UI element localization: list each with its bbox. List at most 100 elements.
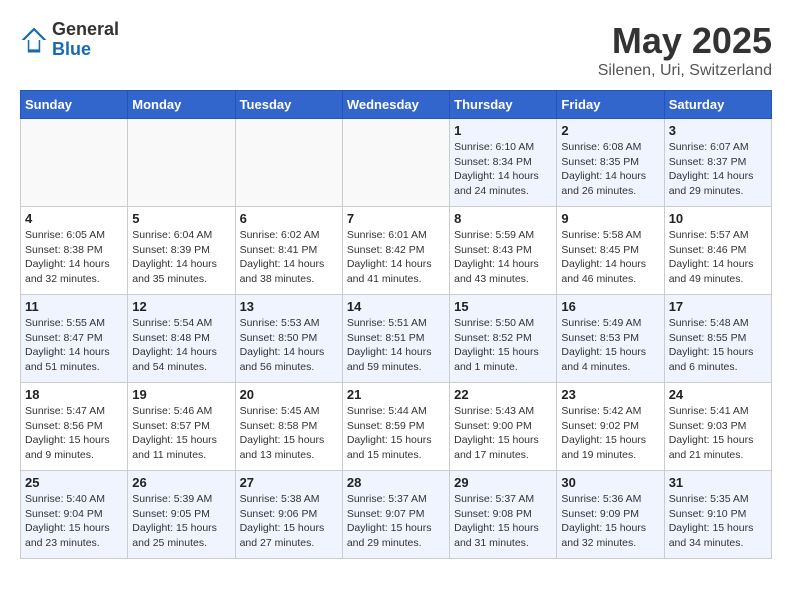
calendar-cell: 8 Sunrise: 5:59 AM Sunset: 8:43 PM Daylig… [450,207,557,295]
logo-general-text: General [52,20,119,40]
day-info: Sunrise: 5:41 AM Sunset: 9:03 PM Dayligh… [669,404,767,463]
day-info: Sunrise: 5:44 AM Sunset: 8:59 PM Dayligh… [347,404,445,463]
weekday-header-wednesday: Wednesday [342,91,449,119]
week-row-4: 18 Sunrise: 5:47 AM Sunset: 8:56 PM Dayli… [21,383,772,471]
calendar-header: SundayMondayTuesdayWednesdayThursdayFrid… [21,91,772,119]
week-row-2: 4 Sunrise: 6:05 AM Sunset: 8:38 PM Daylig… [21,207,772,295]
day-number: 28 [347,475,445,490]
day-info: Sunrise: 5:59 AM Sunset: 8:43 PM Dayligh… [454,228,552,287]
calendar-cell: 14 Sunrise: 5:51 AM Sunset: 8:51 PM Dayli… [342,295,449,383]
week-row-1: 1Sunrise: 6:10 AM Sunset: 8:34 PM Daylig… [21,119,772,207]
calendar-cell: 22Sunrise: 5:43 AM Sunset: 9:00 PM Dayli… [450,383,557,471]
day-number: 27 [240,475,338,490]
calendar-cell: 16Sunrise: 5:49 AM Sunset: 8:53 PM Dayli… [557,295,664,383]
day-info: Sunrise: 5:47 AM Sunset: 8:56 PM Dayligh… [25,404,123,463]
calendar-cell: 26 Sunrise: 5:39 AM Sunset: 9:05 PM Dayli… [128,471,235,559]
calendar-cell: 20 Sunrise: 5:45 AM Sunset: 8:58 PM Dayli… [235,383,342,471]
day-info: Sunrise: 5:51 AM Sunset: 8:51 PM Dayligh… [347,316,445,375]
title-area: May 2025 Silenen, Uri, Switzerland [598,20,772,80]
day-info: Sunrise: 5:50 AM Sunset: 8:52 PM Dayligh… [454,316,552,375]
day-info: Sunrise: 5:46 AM Sunset: 8:57 PM Dayligh… [132,404,230,463]
logo-icon [20,26,48,54]
weekday-header-row: SundayMondayTuesdayWednesdayThursdayFrid… [21,91,772,119]
weekday-header-monday: Monday [128,91,235,119]
day-number: 26 [132,475,230,490]
week-row-5: 25 Sunrise: 5:40 AM Sunset: 9:04 PM Dayli… [21,471,772,559]
day-info: Sunrise: 5:58 AM Sunset: 8:45 PM Dayligh… [561,228,659,287]
day-number: 29 [454,475,552,490]
calendar-cell: 13 Sunrise: 5:53 AM Sunset: 8:50 PM Dayli… [235,295,342,383]
logo: General Blue [20,20,119,60]
calendar-cell: 19 Sunrise: 5:46 AM Sunset: 8:57 PM Dayli… [128,383,235,471]
day-info: Sunrise: 5:45 AM Sunset: 8:58 PM Dayligh… [240,404,338,463]
calendar-cell: 18 Sunrise: 5:47 AM Sunset: 8:56 PM Dayli… [21,383,128,471]
calendar-cell: 30 Sunrise: 5:36 AM Sunset: 9:09 PM Dayli… [557,471,664,559]
day-number: 21 [347,387,445,402]
calendar-body: 1Sunrise: 6:10 AM Sunset: 8:34 PM Daylig… [21,119,772,559]
week-row-3: 11 Sunrise: 5:55 AM Sunset: 8:47 PM Dayli… [21,295,772,383]
weekday-header-friday: Friday [557,91,664,119]
day-info: Sunrise: 5:48 AM Sunset: 8:55 PM Dayligh… [669,316,767,375]
day-number: 2 [561,123,659,138]
calendar-cell: 2 Sunrise: 6:08 AM Sunset: 8:35 PM Daylig… [557,119,664,207]
day-info: Sunrise: 5:37 AM Sunset: 9:08 PM Dayligh… [454,492,552,551]
day-info: Sunrise: 5:55 AM Sunset: 8:47 PM Dayligh… [25,316,123,375]
day-info: Sunrise: 5:40 AM Sunset: 9:04 PM Dayligh… [25,492,123,551]
day-info: Sunrise: 5:36 AM Sunset: 9:09 PM Dayligh… [561,492,659,551]
day-info: Sunrise: 5:54 AM Sunset: 8:48 PM Dayligh… [132,316,230,375]
day-number: 13 [240,299,338,314]
day-number: 5 [132,211,230,226]
day-info: Sunrise: 6:04 AM Sunset: 8:39 PM Dayligh… [132,228,230,287]
calendar-cell [21,119,128,207]
day-info: Sunrise: 5:53 AM Sunset: 8:50 PM Dayligh… [240,316,338,375]
weekday-header-thursday: Thursday [450,91,557,119]
calendar-cell: 29 Sunrise: 5:37 AM Sunset: 9:08 PM Dayli… [450,471,557,559]
day-number: 31 [669,475,767,490]
day-info: Sunrise: 6:10 AM Sunset: 8:34 PM Dayligh… [454,140,552,199]
calendar-cell: 27 Sunrise: 5:38 AM Sunset: 9:06 PM Dayli… [235,471,342,559]
day-number: 18 [25,387,123,402]
day-number: 15 [454,299,552,314]
day-number: 20 [240,387,338,402]
calendar-cell: 15 Sunrise: 5:50 AM Sunset: 8:52 PM Dayli… [450,295,557,383]
day-number: 3 [669,123,767,138]
calendar-cell: 1Sunrise: 6:10 AM Sunset: 8:34 PM Daylig… [450,119,557,207]
day-info: Sunrise: 6:07 AM Sunset: 8:37 PM Dayligh… [669,140,767,199]
day-info: Sunrise: 5:38 AM Sunset: 9:06 PM Dayligh… [240,492,338,551]
day-number: 7 [347,211,445,226]
day-info: Sunrise: 6:08 AM Sunset: 8:35 PM Dayligh… [561,140,659,199]
day-number: 11 [25,299,123,314]
day-info: Sunrise: 6:05 AM Sunset: 8:38 PM Dayligh… [25,228,123,287]
calendar-cell [128,119,235,207]
calendar-cell: 17 Sunrise: 5:48 AM Sunset: 8:55 PM Dayli… [664,295,771,383]
day-number: 30 [561,475,659,490]
day-info: Sunrise: 5:57 AM Sunset: 8:46 PM Dayligh… [669,228,767,287]
day-info: Sunrise: 5:39 AM Sunset: 9:05 PM Dayligh… [132,492,230,551]
day-number: 6 [240,211,338,226]
day-number: 16 [561,299,659,314]
calendar-cell: 4 Sunrise: 6:05 AM Sunset: 8:38 PM Daylig… [21,207,128,295]
calendar-cell: 3 Sunrise: 6:07 AM Sunset: 8:37 PM Daylig… [664,119,771,207]
day-number: 19 [132,387,230,402]
day-number: 22 [454,387,552,402]
day-number: 12 [132,299,230,314]
calendar-cell: 24Sunrise: 5:41 AM Sunset: 9:03 PM Dayli… [664,383,771,471]
calendar-cell: 10Sunrise: 5:57 AM Sunset: 8:46 PM Dayli… [664,207,771,295]
calendar-table: SundayMondayTuesdayWednesdayThursdayFrid… [20,90,772,559]
day-number: 9 [561,211,659,226]
calendar-cell: 5 Sunrise: 6:04 AM Sunset: 8:39 PM Daylig… [128,207,235,295]
day-number: 8 [454,211,552,226]
day-info: Sunrise: 6:02 AM Sunset: 8:41 PM Dayligh… [240,228,338,287]
day-number: 17 [669,299,767,314]
calendar-cell: 31Sunrise: 5:35 AM Sunset: 9:10 PM Dayli… [664,471,771,559]
page-header: General Blue May 2025 Silenen, Uri, Swit… [20,20,772,80]
calendar-cell: 25 Sunrise: 5:40 AM Sunset: 9:04 PM Dayli… [21,471,128,559]
calendar-subtitle: Silenen, Uri, Switzerland [598,62,772,80]
calendar-title: May 2025 [598,20,772,62]
day-number: 4 [25,211,123,226]
calendar-cell: 28Sunrise: 5:37 AM Sunset: 9:07 PM Dayli… [342,471,449,559]
day-info: Sunrise: 6:01 AM Sunset: 8:42 PM Dayligh… [347,228,445,287]
day-number: 23 [561,387,659,402]
day-number: 25 [25,475,123,490]
day-number: 14 [347,299,445,314]
